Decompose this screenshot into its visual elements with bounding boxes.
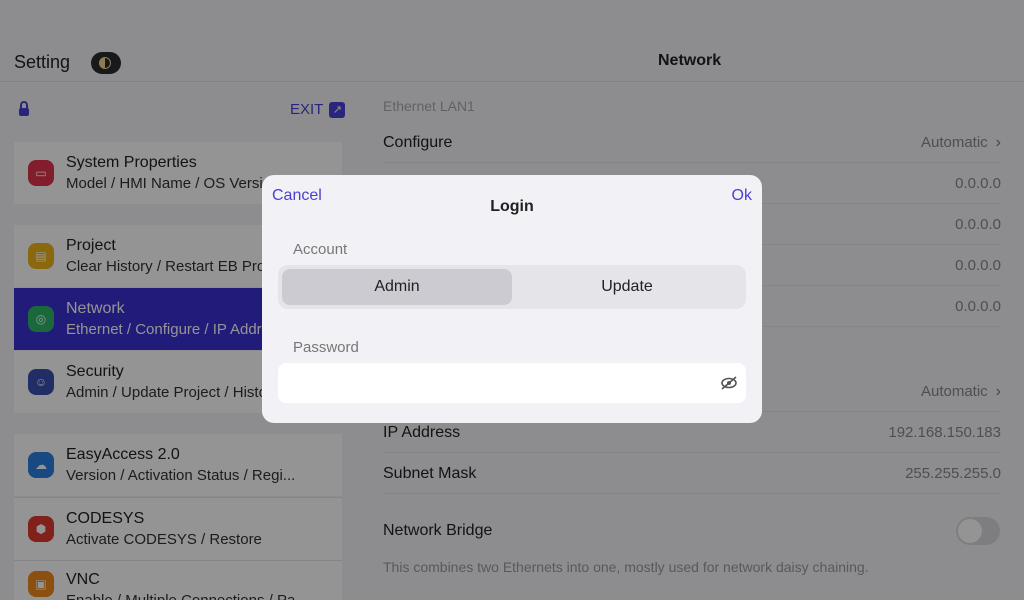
account-option-update[interactable]: Update [512,269,742,305]
login-dialog: Cancel Ok Login Account Admin Update Pas… [262,175,762,423]
dialog-title: Login [490,198,534,215]
account-label: Account [293,241,348,258]
eye-slash-icon[interactable] [720,376,738,390]
account-segmented-control: Admin Update [278,265,746,309]
password-label: Password [293,339,359,356]
password-input[interactable] [278,363,746,403]
account-option-admin[interactable]: Admin [282,269,512,305]
